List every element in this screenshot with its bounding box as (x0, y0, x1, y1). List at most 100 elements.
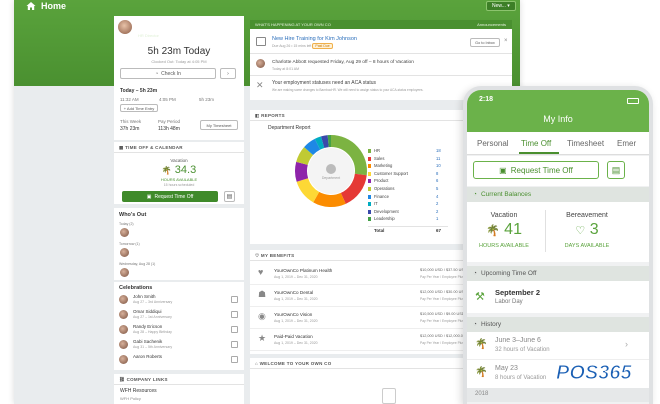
aca-notice-title[interactable]: Your employment statuses need an ACA sta… (272, 80, 376, 86)
announcement-due: Due Aug 26 • 15 mins left (272, 44, 312, 48)
company-links-title: Company Links (126, 377, 168, 382)
mobile-tab-bar: Personal Time Off Timesheet Emer (467, 132, 649, 155)
legend-item[interactable]: Customer Support 8 (368, 171, 448, 178)
legend-label: Finance (374, 193, 389, 199)
donut-slice-development[interactable] (321, 135, 329, 148)
mobile-header: 2:18 My Info (467, 90, 649, 132)
calendar-add-icon: ▣ (146, 193, 152, 200)
whats-happening-title: What's Happening at Your Own Co (255, 22, 331, 27)
calculator-icon[interactable]: ▤ (607, 161, 625, 179)
celebration-item[interactable]: John Smith Aug 27 – 3rd Anniversary (119, 294, 241, 308)
celebration-item[interactable]: Aaron Roberts (119, 354, 241, 368)
eye-icon: ◉ (258, 311, 266, 321)
my-timesheet-label: My Timesheet (206, 122, 232, 128)
donut-slice-operations[interactable] (296, 147, 314, 166)
vacation-balance: 🌴 41 (467, 221, 541, 239)
company-link-item[interactable]: WFH Resources (120, 388, 157, 394)
history-year-header: 2018 (467, 388, 649, 402)
avatar (119, 310, 128, 319)
profile-name: Danielle John (138, 24, 184, 31)
benefits-title: My Benefits (260, 253, 295, 258)
request-time-off-label: Request Time Off (154, 193, 194, 200)
request-notice[interactable]: Charlotte Abbott requested Friday, Aug 2… (272, 60, 414, 65)
donut-slice-finance[interactable] (304, 138, 321, 156)
tab-emergency[interactable]: Emer (617, 139, 636, 148)
tab-timesheet[interactable]: Timesheet (567, 139, 604, 148)
celebration-item[interactable]: Omar Siddiqui Aug 27 – 1st Anniversary (119, 309, 241, 323)
divider (114, 384, 244, 385)
check-in-label: Check In (161, 70, 181, 77)
current-balances-title: Current Balances (480, 191, 532, 198)
home-link[interactable]: Home (26, 1, 66, 11)
add-time-entry-button[interactable]: + Add Time Entry (120, 104, 158, 112)
time-off-section-title: ▦ Time Off & Calendar (119, 145, 183, 151)
request-time-off-button[interactable]: ▣ Request Time Off (122, 191, 218, 202)
avatar[interactable] (120, 248, 129, 257)
clock-icon: ◔ (473, 321, 477, 328)
time-off-balance-value: 34.3 (174, 164, 197, 176)
status-badge: Past Due (312, 43, 333, 49)
chevron-right-icon: › (625, 339, 628, 349)
celebration-item[interactable]: Randy Ericson Aug 28 – Happy Birthday (119, 324, 241, 338)
star-icon: ★ (258, 333, 267, 343)
gift-icon (231, 341, 238, 348)
gift-icon (231, 356, 238, 363)
legend-item[interactable]: Finance 4 (368, 194, 448, 201)
benefit-date: Aug 1, 2019 – Dec 31, 2020 (274, 297, 318, 301)
history-sub: 32 hours of Vacation (495, 347, 550, 353)
donut-slice-it[interactable] (314, 136, 325, 150)
benefit-name: YourOwnCo Vision (274, 312, 313, 317)
celebration-name: John Smith (133, 294, 156, 299)
legend-value: 1 (436, 216, 439, 222)
my-timesheet-button[interactable]: My Timesheet (200, 120, 238, 130)
add-time-entry-label: + Add Time Entry (123, 105, 155, 111)
tab-personal[interactable]: Personal (477, 139, 509, 148)
company-link-sub[interactable]: WFH Policy (120, 396, 141, 401)
avatar[interactable] (120, 268, 129, 277)
legend-item[interactable]: Product 6 (368, 178, 448, 185)
desktop-app-window: Home New... ▾ Danielle John HR Director … (14, 0, 520, 404)
check-in-button[interactable]: ◔ Check In (120, 68, 216, 79)
calendar-icon: ▦ (119, 145, 124, 150)
history-item[interactable]: 🌴 June 3–June 6 32 hours of Vacation › (467, 332, 649, 360)
legend-swatch (368, 187, 371, 191)
legend-item[interactable]: Leadership 1 (368, 216, 448, 223)
avatar[interactable] (120, 228, 129, 237)
new-dropdown-button[interactable]: New... ▾ (486, 1, 516, 11)
calculator-icon[interactable]: ▤ (224, 191, 235, 202)
aca-notice-sub: We are making some changes to BambooHR. … (272, 88, 424, 92)
announcement-title[interactable]: New Hire Training for Kim Johnson (272, 36, 357, 42)
legend-item[interactable]: Marketing 10 (368, 163, 448, 170)
close-icon[interactable]: × (504, 38, 508, 44)
mobile-request-area: ▣ Request Time Off ▤ (467, 156, 649, 186)
avatar (119, 355, 128, 364)
celebration-item[interactable]: Gabi Sachenik Aug 31 – 5th Anniversary (119, 339, 241, 353)
history-header: ◔ History (467, 317, 649, 332)
donut-slice-marketing[interactable] (313, 191, 346, 207)
tab-time-off[interactable]: Time Off (521, 139, 551, 148)
mobile-request-time-off-button[interactable]: ▣ Request Time Off (473, 161, 599, 179)
legend-swatch (368, 164, 371, 169)
legend-item[interactable]: HR 18 (368, 148, 448, 155)
legend-item[interactable]: Development 2 (368, 209, 448, 216)
screenshot-stage: Home New... ▾ Danielle John HR Director … (0, 0, 660, 404)
legend-label: Operations (374, 186, 395, 191)
legend-item[interactable]: Operations 5 (368, 186, 448, 193)
vacation-balance-value: 41 (504, 221, 522, 238)
legend-label: Product (374, 178, 389, 184)
legend-swatch (368, 209, 371, 214)
legend-item[interactable]: Sales 11 (368, 156, 448, 163)
profile-card: Danielle John HR Director 5h 23m Today C… (114, 16, 244, 140)
heart-icon: ♡ (575, 225, 586, 237)
clipboard-icon (382, 388, 396, 404)
go-to-inbox-label: Go to Inbox (475, 40, 495, 45)
check-in-options-button[interactable]: › (220, 68, 236, 79)
upcoming-item[interactable]: ⚒ September 2 Labor Day (467, 281, 649, 313)
legend-value: 10 (436, 163, 441, 169)
announcements-link[interactable]: Announcements (477, 22, 506, 27)
legend-item[interactable]: IT 2 (368, 201, 448, 208)
clock-icon: ◔ (473, 191, 477, 198)
department-report-title[interactable]: Department Report (268, 125, 311, 131)
company-links-card: ⛓ Company Links WFH Resources WFH Policy (114, 374, 244, 404)
go-to-inbox-button[interactable]: Go to Inbox (470, 38, 500, 47)
